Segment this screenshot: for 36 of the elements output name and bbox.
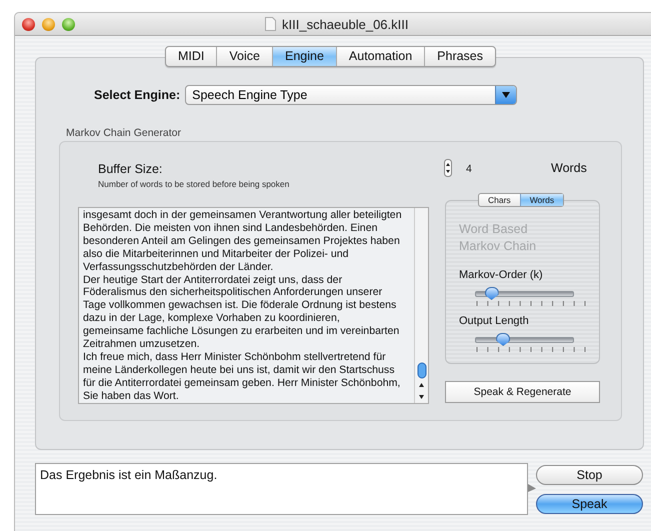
text-line: Zeitrahmen umzusetzen.	[83, 338, 201, 351]
mode-caption: Markov Chain	[459, 238, 538, 255]
push-button[interactable]: Speak	[536, 494, 643, 514]
text-line: Ich freue mich, dass Herr Minister Schönbohm stellvertretend für	[83, 350, 387, 364]
tab[interactable]: Phrases	[425, 47, 496, 66]
text-line: Sie haben das Wort.	[83, 390, 180, 403]
select-engine-label: Select Engine:	[94, 88, 180, 102]
text-line: dazu in der Lage, komplexe Vorhaben zu koordinieren,	[83, 312, 341, 326]
group-title: Markov Chain Generator	[66, 127, 182, 139]
segment-button[interactable]: Chars	[479, 194, 520, 206]
mode-caption: Word Based	[459, 221, 529, 238]
slider-label: Markov-Order (k)	[459, 269, 543, 281]
buffer-size-value: 4	[466, 163, 472, 175]
text-line: besonderen Anteil am Gelingen des gemeinsamen Projektes haben	[83, 234, 401, 248]
engine-dropdown[interactable]: Speech Engine Type	[185, 85, 518, 105]
text-line: Tage vollkommen gewachsen ist. Die föderale Ordnung ist bestens	[83, 299, 398, 312]
text-line: insgesamt doch in der gemeinsamen Verantwortung aller beteiligten	[83, 209, 403, 222]
text-line: Behörden. Die meisten von ihnen sind Landesbehörden. Einen	[83, 222, 378, 235]
window-title: kIII_schaeuble_06.kIII	[282, 16, 408, 32]
text-line: für die Antiterrordatei gemeinsam geben. Herr Minister Schönbohm,	[83, 376, 402, 390]
speak-regenerate-button[interactable]: Speak & Regenerate	[445, 381, 600, 403]
text-line: also die Mitarbeiterinnen und Mitarbeiter der Polizei- und	[83, 248, 350, 261]
text-line: Föderalismus den sicherheitspolitischen Anforderungen unserer	[83, 286, 384, 300]
tab[interactable]: Engine	[272, 47, 337, 66]
text-line: Der heutige Start der Antiterrordatei zeigt uns, dass der	[83, 274, 344, 286]
buffer-size-hint: Number of words to be stored before being spoken	[98, 179, 290, 189]
text-line: gemeinsame fachliche Lösungen zu erarbeiten und im vereinbarten	[83, 325, 400, 338]
push-button[interactable]: Stop	[536, 465, 643, 485]
text-line: meine Länderkollegen heute bei uns ist, damit wir den Startschuss	[83, 364, 396, 377]
output-field[interactable]: Das Ergebnis ist ein Maßanzug.	[35, 463, 528, 515]
slider-label: Output Length	[459, 315, 529, 327]
unit-label: Words	[551, 161, 587, 175]
text-line: Verfassungsschutzbehörden der Länder.	[83, 260, 274, 274]
buffer-size-label: Buffer Size:	[98, 162, 164, 176]
tab[interactable]: Automation	[336, 47, 426, 66]
segment-button[interactable]: Words	[520, 194, 564, 206]
